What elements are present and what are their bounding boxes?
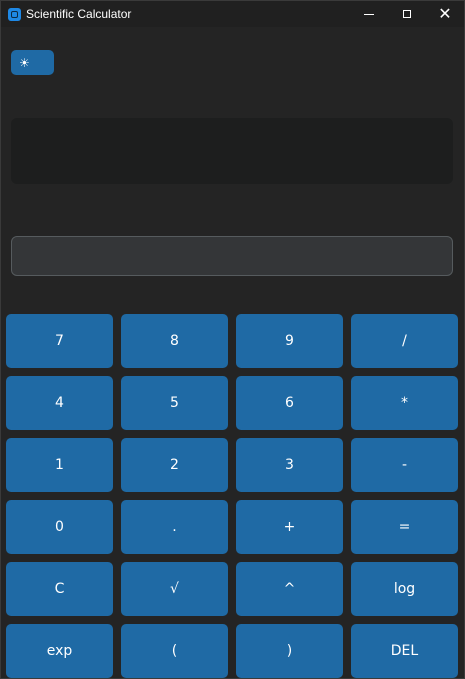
delete-key[interactable]: DEL [351, 624, 458, 678]
divide-key[interactable]: / [351, 314, 458, 368]
digit-1-key[interactable]: 1 [6, 438, 113, 492]
keypad: 7 8 9/ 4 5 6 * 1 2 3- 0. + = C √ ^ log exp() DEL [6, 314, 458, 678]
window-controls: ✕ [350, 1, 464, 27]
maximize-button[interactable] [388, 1, 426, 27]
digit-3-key[interactable]: 3 [236, 438, 343, 492]
close-paren-key[interactable]: ) [236, 624, 343, 678]
digit-4-key[interactable]: 4 [6, 376, 113, 430]
open-paren-key[interactable]: ( [121, 624, 228, 678]
history-display [11, 118, 453, 184]
title-bar[interactable]: Scientific Calculator ✕ [1, 1, 464, 27]
digit-9-key[interactable]: 9 [236, 314, 343, 368]
decimal-key[interactable]: . [121, 500, 228, 554]
sun-icon: ☀ [19, 55, 30, 70]
theme-toggle-button[interactable]: ☀ [11, 50, 54, 75]
minimize-button[interactable] [350, 1, 388, 27]
app-icon [8, 7, 21, 21]
close-button[interactable]: ✕ [426, 1, 464, 27]
expression-input[interactable] [11, 236, 453, 276]
add-key[interactable]: + [236, 500, 343, 554]
minimize-icon [364, 13, 374, 15]
multiply-key[interactable]: * [351, 376, 458, 430]
digit-7-key[interactable]: 7 [6, 314, 113, 368]
digit-6-key[interactable]: 6 [236, 376, 343, 430]
equals-key[interactable]: = [351, 500, 458, 554]
log-key[interactable]: log [351, 562, 458, 616]
subtract-key[interactable]: - [351, 438, 458, 492]
digit-5-key[interactable]: 5 [121, 376, 228, 430]
power-key[interactable]: ^ [236, 562, 343, 616]
digit-0-key[interactable]: 0 [6, 500, 113, 554]
close-icon: ✕ [438, 4, 452, 23]
window-title: Scientific Calculator [26, 7, 132, 21]
maximize-icon [403, 10, 411, 18]
digit-2-key[interactable]: 2 [121, 438, 228, 492]
sqrt-key[interactable]: √ [121, 562, 228, 616]
digit-8-key[interactable]: 8 [121, 314, 228, 368]
exp-key[interactable]: exp [6, 624, 113, 678]
clear-key[interactable]: C [6, 562, 113, 616]
calculator-window: Scientific Calculator ✕ ☀ 7 8 9/ 4 5 6 * 1 2 3- 0.… [0, 0, 465, 679]
